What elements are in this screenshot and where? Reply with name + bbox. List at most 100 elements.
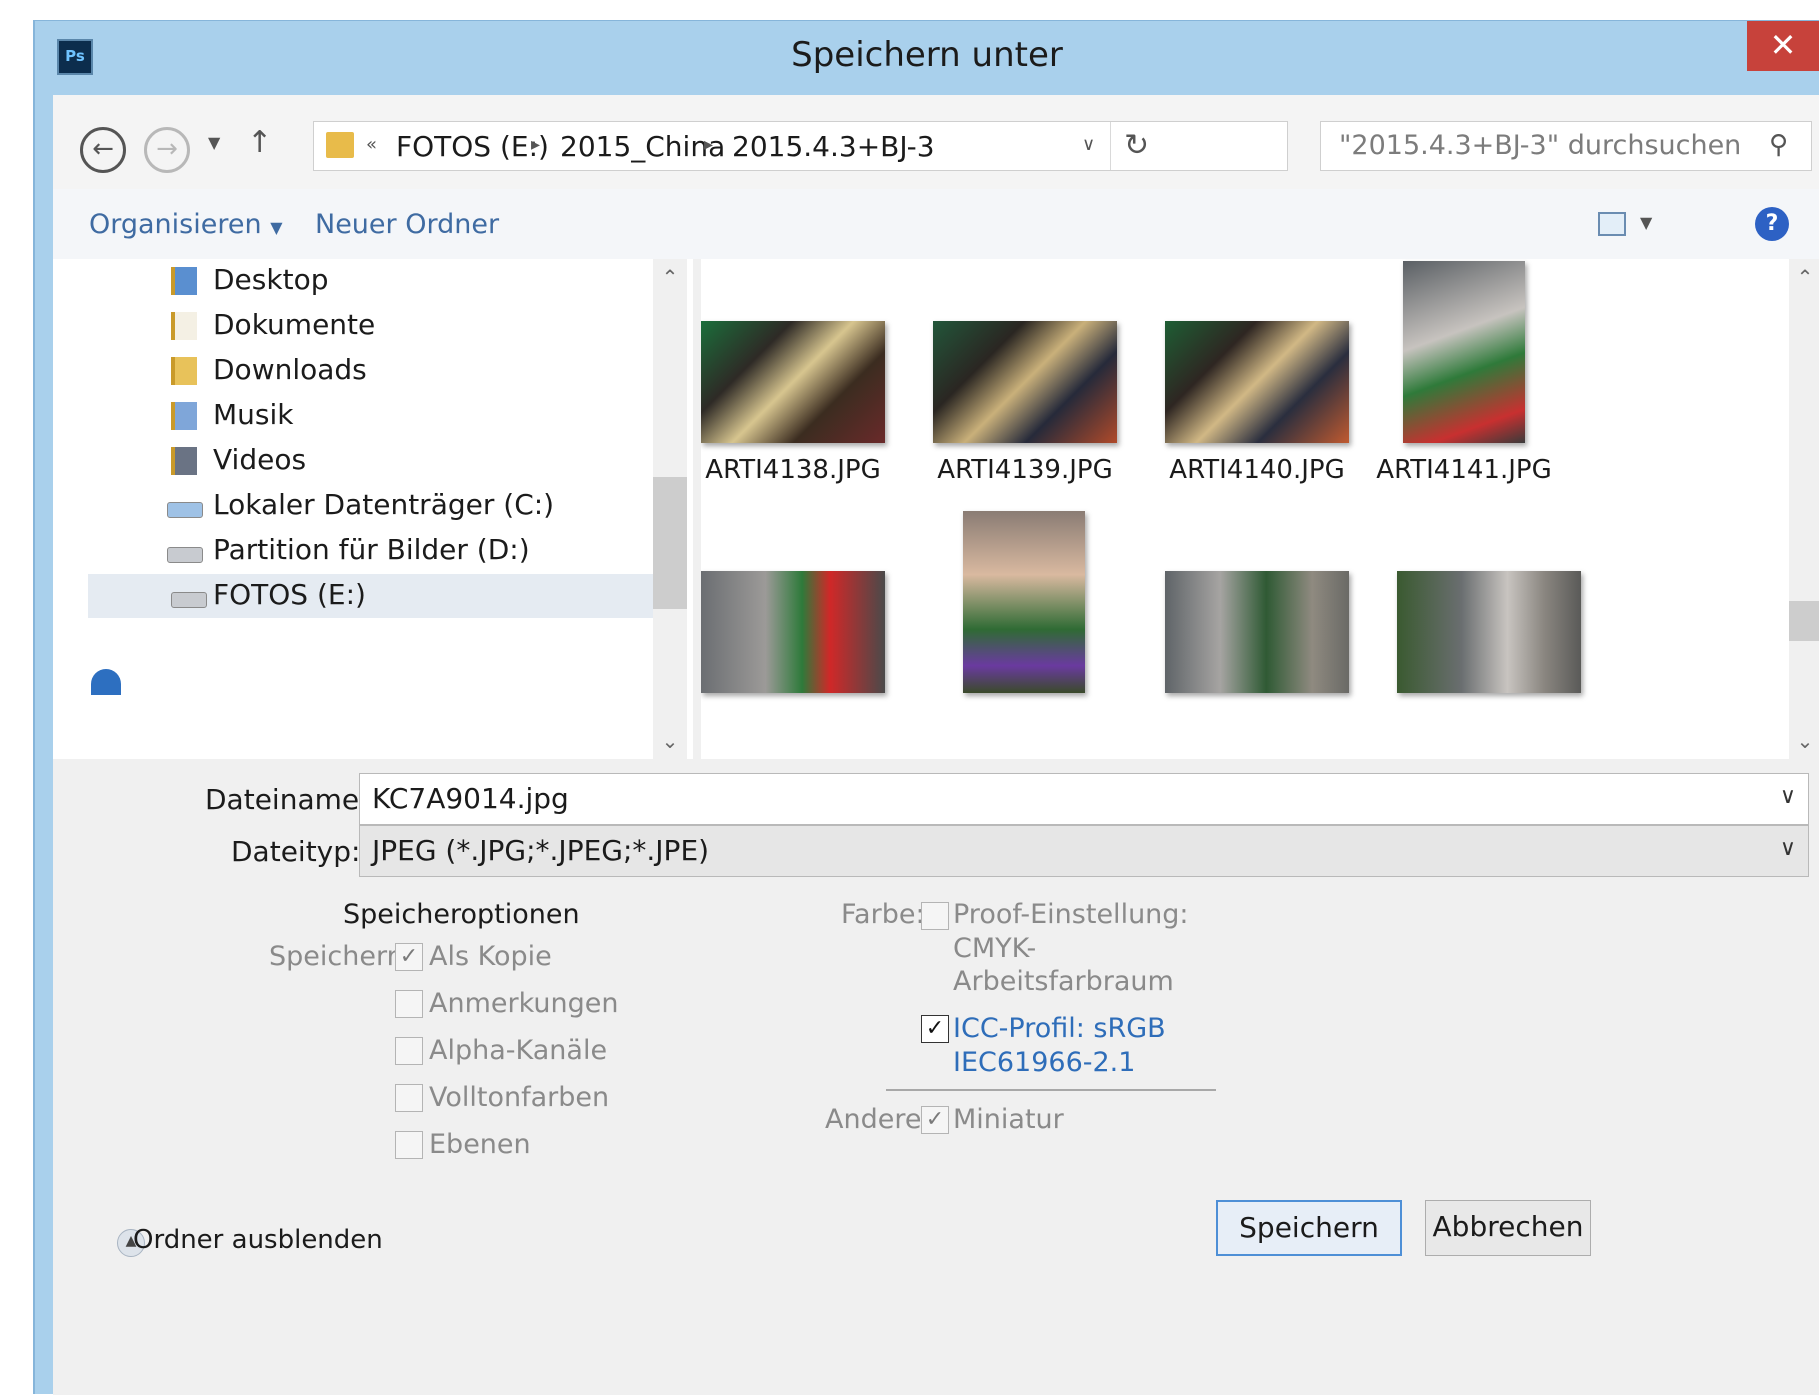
- thumbnail-checkbox[interactable]: ✓: [921, 1106, 949, 1134]
- overflow-chevron-icon[interactable]: «: [366, 134, 377, 155]
- file-thumbnail[interactable]: [701, 571, 885, 693]
- file-thumbnail[interactable]: [1165, 321, 1349, 443]
- breadcrumb-item[interactable]: FOTOS (E:): [396, 130, 549, 163]
- sidebar-item-label: Videos: [213, 443, 307, 476]
- file-name[interactable]: ARTI4140.JPG: [1137, 455, 1377, 485]
- as-copy-label: Als Kopie: [429, 941, 552, 972]
- dialog-title: Speichern unter: [791, 35, 1063, 75]
- desktop-folder-icon: [171, 267, 197, 295]
- proof-setup-label: CMYK-: [953, 933, 1037, 964]
- spot-colors-checkbox[interactable]: [395, 1084, 423, 1112]
- command-bar: Organisieren ▼ Neuer Ordner ▼ ?: [53, 189, 1819, 259]
- alpha-channels-label: Alpha-Kanäle: [429, 1035, 608, 1066]
- address-bar[interactable]: « FOTOS (E:) ▸ 2015_China ▸ 2015.4.3+BJ-…: [313, 121, 1288, 171]
- cancel-button[interactable]: Abbrechen: [1425, 1200, 1591, 1256]
- back-button[interactable]: ←: [80, 127, 126, 173]
- search-box[interactable]: "2015.4.3+BJ-3" durchsuchen ⚲: [1320, 121, 1812, 171]
- sidebar-item-drive-d[interactable]: Partition für Bilder (D:): [111, 529, 671, 573]
- sidebar-item-downloads[interactable]: Downloads: [111, 349, 671, 393]
- sidebar-item-label: Lokaler Datenträger (C:): [213, 488, 555, 521]
- close-button[interactable]: ✕: [1747, 21, 1819, 71]
- help-icon[interactable]: ?: [1755, 207, 1789, 241]
- save-form: Dateiname: KC7A9014.jpg ∨ Dateityp: JPEG…: [53, 759, 1819, 1395]
- view-options-chevron-icon[interactable]: ▼: [1640, 213, 1652, 232]
- filename-input[interactable]: KC7A9014.jpg: [372, 782, 569, 815]
- network-icon[interactable]: [91, 669, 121, 695]
- annotations-label: Anmerkungen: [429, 988, 619, 1019]
- scrollbar-thumb[interactable]: [653, 477, 687, 609]
- sidebar-item-documents[interactable]: Dokumente: [111, 304, 671, 348]
- filename-label: Dateiname:: [205, 783, 369, 816]
- icc-profile-checkbox[interactable]: ✓: [921, 1015, 949, 1043]
- title-bar: Ps Speichern unter ✕: [35, 21, 1819, 95]
- search-icon[interactable]: ⚲: [1769, 130, 1788, 160]
- file-thumbnail[interactable]: [1165, 571, 1349, 693]
- up-arrow-icon[interactable]: ↑: [247, 125, 272, 160]
- drive-icon: [167, 547, 203, 563]
- scroll-up-arrow-icon[interactable]: ⌃: [1789, 265, 1819, 289]
- filetype-value[interactable]: JPEG (*.JPG;*.JPEG;*.JPE): [372, 834, 709, 867]
- save-label: Speichern:: [269, 941, 413, 972]
- color-label: Farbe:: [841, 899, 925, 930]
- folder-icon: [326, 132, 354, 158]
- dropdown-arrow-icon: ▼: [270, 218, 283, 237]
- file-name[interactable]: ARTI4139.JPG: [905, 455, 1145, 485]
- navigation-row: ← → ▼ ↑ « FOTOS (E:) ▸ 2015_China ▸ 2015…: [53, 95, 1819, 189]
- scroll-down-arrow-icon[interactable]: ⌄: [1789, 729, 1819, 753]
- thumbnail-label: Miniatur: [953, 1104, 1064, 1135]
- sidebar-item-drive-c[interactable]: Lokaler Datenträger (C:): [111, 484, 671, 528]
- hide-folders-toggle[interactable]: Ordner ausblenden: [133, 1225, 383, 1255]
- file-thumbnail[interactable]: [933, 321, 1117, 443]
- filetype-label: Dateityp:: [231, 835, 361, 868]
- navigation-pane: Desktop Dokumente Downloads Musik Videos…: [53, 259, 693, 759]
- search-input[interactable]: "2015.4.3+BJ-3" durchsuchen: [1339, 130, 1741, 161]
- chevron-down-icon[interactable]: ∨: [1082, 134, 1095, 155]
- breadcrumb-item[interactable]: 2015.4.3+BJ-3: [732, 130, 935, 163]
- sidebar-item-label: FOTOS (E:): [213, 578, 366, 611]
- file-thumbnail[interactable]: [1397, 571, 1581, 693]
- scroll-down-arrow-icon[interactable]: ⌄: [653, 729, 687, 753]
- file-list-scrollbar[interactable]: ⌃ ⌄: [1789, 259, 1819, 759]
- chevron-down-icon[interactable]: ∨: [1780, 836, 1796, 861]
- sidebar-item-desktop[interactable]: Desktop: [111, 259, 671, 303]
- sidebar-item-videos[interactable]: Videos: [111, 439, 671, 483]
- breadcrumb-separator-icon[interactable]: ▸: [531, 134, 540, 155]
- file-thumbnail[interactable]: [701, 321, 885, 443]
- filename-field[interactable]: KC7A9014.jpg ∨: [359, 773, 1809, 825]
- recent-locations-icon[interactable]: ▼: [208, 133, 220, 152]
- scroll-up-arrow-icon[interactable]: ⌃: [653, 265, 687, 289]
- sidebar-item-drive-e[interactable]: FOTOS (E:): [88, 574, 673, 618]
- sidebar-item-music[interactable]: Musik: [111, 394, 671, 438]
- layers-label: Ebenen: [429, 1129, 531, 1160]
- as-copy-checkbox[interactable]: ✓: [395, 943, 423, 971]
- refresh-icon[interactable]: ↻: [1124, 128, 1149, 163]
- scrollbar-thumb[interactable]: [1789, 601, 1819, 641]
- proof-setup-label: Arbeitsfarbraum: [953, 966, 1174, 997]
- save-button[interactable]: Speichern: [1216, 1200, 1402, 1256]
- chevron-down-icon[interactable]: ∨: [1780, 784, 1796, 809]
- proof-setup-checkbox[interactable]: [921, 902, 949, 930]
- breadcrumb-item[interactable]: 2015_China: [560, 130, 725, 163]
- save-as-dialog: Ps Speichern unter ✕ ← → ▼ ↑ « FOTOS (E:…: [33, 20, 1819, 1395]
- file-name[interactable]: ARTI4138.JPG: [701, 455, 913, 485]
- icc-profile-label: ICC-Profil: sRGB: [953, 1013, 1166, 1044]
- sidebar-item-label: Musik: [213, 398, 294, 431]
- sidebar-item-label: Downloads: [213, 353, 367, 386]
- file-name[interactable]: ARTI4141.JPG: [1344, 455, 1584, 485]
- filetype-select[interactable]: JPEG (*.JPG;*.JPEG;*.JPE) ∨: [359, 825, 1809, 877]
- documents-folder-icon: [171, 312, 197, 340]
- spot-colors-label: Volltonfarben: [429, 1082, 610, 1113]
- annotations-checkbox[interactable]: [395, 990, 423, 1018]
- breadcrumb-separator-icon[interactable]: ▸: [704, 134, 713, 155]
- other-label: Andere:: [825, 1104, 931, 1135]
- organize-menu[interactable]: Organisieren ▼: [89, 209, 283, 240]
- file-thumbnail[interactable]: [963, 511, 1085, 693]
- change-view-icon[interactable]: [1598, 212, 1626, 236]
- forward-button[interactable]: →: [144, 127, 190, 173]
- alpha-channels-checkbox[interactable]: [395, 1037, 423, 1065]
- new-folder-button[interactable]: Neuer Ordner: [315, 209, 499, 240]
- navigation-scrollbar[interactable]: ⌃ ⌄: [653, 259, 687, 759]
- system-drive-icon: [167, 502, 203, 518]
- layers-checkbox[interactable]: [395, 1131, 423, 1159]
- file-thumbnail[interactable]: [1403, 261, 1525, 443]
